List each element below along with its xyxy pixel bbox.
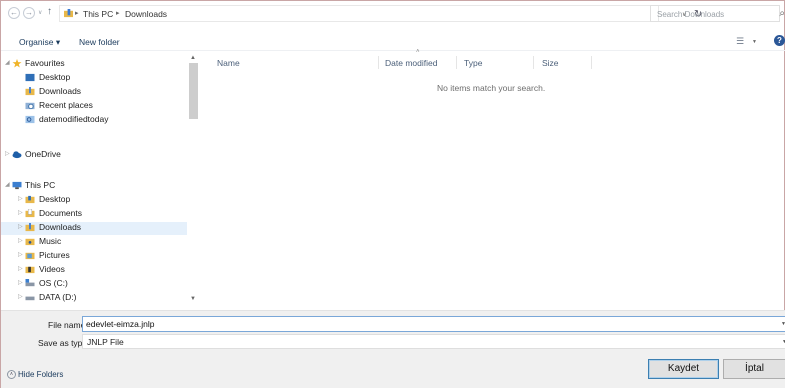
breadcrumb-this-pc[interactable]: This PC xyxy=(83,9,113,19)
column-divider[interactable] xyxy=(591,56,592,69)
forward-button[interactable]: → xyxy=(23,7,35,19)
documents-folder-icon xyxy=(25,209,35,218)
new-folder-button[interactable]: New folder xyxy=(79,37,120,47)
view-options-icon[interactable]: ☰ xyxy=(736,36,744,47)
scroll-up-arrow-icon[interactable]: ▲ xyxy=(190,55,196,61)
column-header-size[interactable]: Size xyxy=(542,58,559,68)
videos-folder-icon xyxy=(25,266,35,274)
expander-icon[interactable]: ▷ xyxy=(18,195,23,202)
navigation-pane: ◢ Favourites Desktop Downloads Recent pl… xyxy=(1,53,201,307)
address-row: ← → ∨ ↑ ▸ This PC ▸ Downloads ∨ ↻ Search… xyxy=(5,4,785,24)
desktop-folder-icon xyxy=(25,195,35,204)
expander-icon[interactable]: ▷ xyxy=(18,279,23,286)
command-bar: Organise ▾ New folder ☰ ▼ ? xyxy=(1,33,785,51)
up-arrow-icon[interactable]: ↑ xyxy=(47,6,52,17)
hide-folders-button[interactable]: Hide Folders xyxy=(18,370,63,379)
column-header-date-modified[interactable]: Date modified xyxy=(385,58,437,68)
scroll-down-arrow-icon[interactable]: ▼ xyxy=(190,296,196,302)
tree-item-music[interactable]: ▷ Music xyxy=(1,236,187,249)
organise-button[interactable]: Organise ▾ xyxy=(19,37,60,48)
saved-search-icon xyxy=(25,115,35,124)
recent-locations-chevron-icon[interactable]: ∨ xyxy=(38,9,42,16)
expander-icon[interactable]: ▷ xyxy=(5,150,10,157)
tree-item-this-pc[interactable]: ◢ This PC xyxy=(1,180,187,193)
column-divider[interactable] xyxy=(456,56,457,69)
tree-item-recent-places[interactable]: Recent places xyxy=(1,100,187,113)
sort-caret-icon: ˄ xyxy=(416,49,420,55)
drive-icon xyxy=(25,279,35,287)
collapse-icon[interactable]: ∧ xyxy=(7,370,16,379)
save-as-type-value: JNLP File xyxy=(87,337,124,347)
expander-icon[interactable]: ▷ xyxy=(18,293,23,300)
onedrive-icon xyxy=(12,151,22,159)
save-as-type-select[interactable]: JNLP File ▼ xyxy=(82,334,785,349)
search-icon[interactable]: ⌕ xyxy=(779,8,785,19)
desktop-folder-icon xyxy=(25,73,35,82)
star-icon xyxy=(12,59,22,68)
nav-pane-scrollbar[interactable]: ▲ ▼ xyxy=(187,53,200,307)
expander-icon[interactable]: ▷ xyxy=(18,265,23,272)
tree-item-datemodifiedtoday[interactable]: datemodifiedtoday xyxy=(1,114,187,127)
save-button[interactable]: Kaydet xyxy=(648,359,719,379)
computer-icon xyxy=(12,181,22,190)
downloads-folder-icon xyxy=(25,87,35,96)
cancel-button[interactable]: İptal xyxy=(723,359,785,379)
search-placeholder: Search Downloads xyxy=(657,10,725,19)
address-bar[interactable]: ▸ This PC ▸ Downloads ∨ ↻ xyxy=(59,5,702,22)
save-dialog: ← → ∨ ↑ ▸ This PC ▸ Downloads ∨ ↻ Search… xyxy=(0,0,785,388)
scrollbar-thumb[interactable] xyxy=(189,63,198,119)
expander-icon[interactable]: ▷ xyxy=(18,209,23,216)
empty-list-message: No items match your search. xyxy=(437,83,546,93)
tree-item-desktop[interactable]: ▷ Desktop xyxy=(1,194,187,207)
expander-icon[interactable]: ▷ xyxy=(18,223,23,230)
tree-item-pictures[interactable]: ▷ Pictures xyxy=(1,250,187,263)
folder-icon xyxy=(64,9,73,18)
dialog-footer: File name: ▼ Save as type: JNLP File ▼ ∧… xyxy=(1,310,785,388)
tree-item-downloads[interactable]: Downloads xyxy=(1,86,187,99)
help-icon[interactable]: ? xyxy=(774,35,785,46)
breadcrumb-separator-icon: ▸ xyxy=(75,10,79,17)
file-name-dropdown-icon[interactable]: ▼ xyxy=(781,321,785,327)
recent-places-icon xyxy=(25,102,35,110)
tree-item-data-d[interactable]: ▷ DATA (D:) xyxy=(1,292,187,305)
breadcrumb-separator-icon: ▸ xyxy=(116,10,120,17)
column-divider[interactable] xyxy=(378,56,379,69)
file-name-input[interactable] xyxy=(82,316,785,332)
expander-icon[interactable]: ◢ xyxy=(5,59,10,66)
back-button[interactable]: ← xyxy=(8,7,20,19)
view-dropdown-icon[interactable]: ▼ xyxy=(752,39,757,45)
tree-item-documents[interactable]: ▷ Documents xyxy=(1,208,187,221)
breadcrumb-downloads[interactable]: Downloads xyxy=(125,9,167,19)
expander-icon[interactable]: ◢ xyxy=(5,181,10,188)
column-header-type[interactable]: Type xyxy=(464,58,482,68)
tree-item-desktop[interactable]: Desktop xyxy=(1,72,187,85)
tree-item-favourites[interactable]: ◢ Favourites xyxy=(1,58,187,71)
expander-icon[interactable]: ▷ xyxy=(18,237,23,244)
tree-item-videos[interactable]: ▷ Videos xyxy=(1,264,187,277)
expander-icon[interactable]: ▷ xyxy=(18,251,23,258)
column-divider[interactable] xyxy=(533,56,534,69)
music-folder-icon xyxy=(25,238,35,246)
tree-item-onedrive[interactable]: ▷ OneDrive xyxy=(1,149,187,162)
pictures-folder-icon xyxy=(25,252,35,260)
downloads-folder-icon xyxy=(25,223,35,232)
drive-icon xyxy=(25,296,35,301)
tree-item-downloads[interactable]: ▷ Downloads xyxy=(1,222,187,235)
search-input[interactable]: Search Downloads ⌕ xyxy=(650,5,785,22)
tree-item-os-c[interactable]: ▷ OS (C:) xyxy=(1,278,187,291)
column-header-name[interactable]: Name xyxy=(217,58,240,68)
